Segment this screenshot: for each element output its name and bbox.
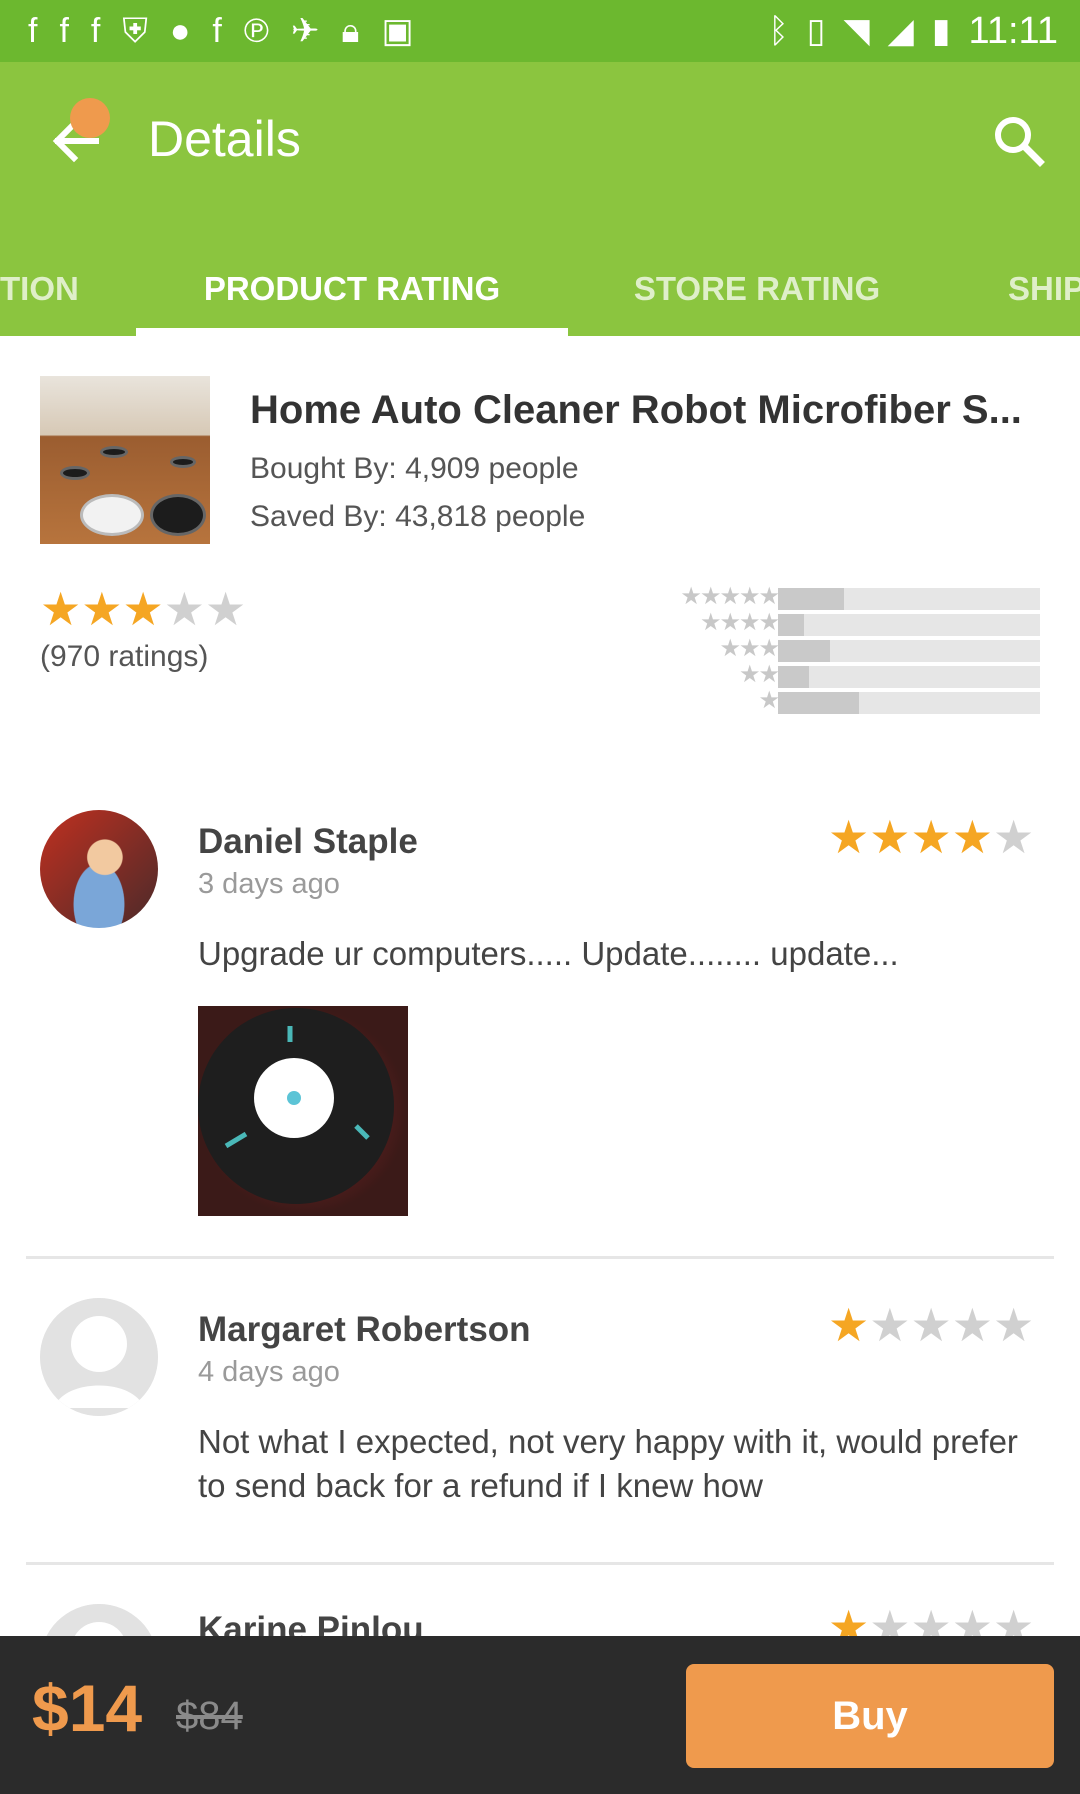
distribution-stars: ★★ — [738, 661, 780, 688]
product-rating-stars: ★ ★ ★ ★ ★ — [40, 586, 246, 632]
ratings-count: (970 ratings) — [40, 640, 209, 673]
distribution-stars: ★ — [758, 687, 779, 714]
satellite-icon: ✈ — [290, 12, 320, 50]
review-stars: ★ ★ ★ ★ ★ — [828, 1302, 1034, 1348]
star-icon: ★ — [951, 1299, 993, 1351]
pinterest-icon: ℗ — [243, 12, 269, 50]
signal-icon: ◢ — [887, 12, 914, 50]
avatar[interactable] — [40, 1298, 158, 1416]
distribution-stars: ★★★★★ — [680, 583, 780, 610]
product-image-robot — [100, 446, 128, 458]
review-stars: ★ ★ ★ ★ ★ — [828, 814, 1034, 860]
tab-product-rating[interactable]: PRODUCT RATING — [136, 242, 568, 336]
product-image[interactable] — [40, 376, 210, 544]
distribution-fill — [778, 666, 810, 688]
distribution-row: ★★★★ — [640, 610, 1040, 636]
distribution-bar — [778, 614, 1040, 636]
distribution-stars: ★★★ — [719, 635, 780, 662]
bottom-bar: $14 $84 Buy — [0, 1636, 1080, 1794]
tab-shipping[interactable]: SHIP — [1008, 242, 1080, 336]
tab-indicator — [136, 328, 568, 336]
distribution-row: ★ — [640, 688, 1040, 714]
app-bar: Details TION PRODUCT RATING STORE RATING… — [0, 62, 1080, 336]
reviewer-name[interactable]: Margaret Robertson — [198, 1310, 531, 1350]
old-price: $84 — [176, 1694, 243, 1738]
tab-description[interactable]: TION — [0, 242, 79, 336]
distribution-bar — [778, 588, 1040, 610]
divider — [26, 1256, 1054, 1259]
distribution-row: ★★ — [640, 662, 1040, 688]
tab-store-rating[interactable]: STORE RATING — [568, 242, 946, 336]
star-icon: ★ — [122, 583, 164, 635]
product-name: Home Auto Cleaner Robot Microfiber S... — [250, 388, 1022, 432]
product-image-robot — [60, 466, 90, 480]
user-placeholder-icon — [40, 1298, 158, 1416]
status-bar: f f f ⛨ ● f ℗ ✈ 🔒︎ ▣ ᛒ ▯ ◥ ◢ ▮ 11:11 — [0, 0, 1080, 62]
facebook-icon: f — [59, 12, 69, 50]
page-title: Details — [148, 111, 301, 167]
divider — [26, 1562, 1054, 1565]
star-icon: ★ — [163, 583, 205, 635]
review-text: Upgrade ur computers..... Update........… — [198, 935, 899, 972]
circle-icon: ● — [169, 12, 191, 50]
star-icon: ★ — [993, 1299, 1035, 1351]
buy-button[interactable]: Buy — [686, 1664, 1054, 1768]
star-icon: ★ — [828, 811, 870, 863]
bought-by: Bought By: 4,909 people — [250, 452, 579, 485]
reviewer-name[interactable]: Daniel Staple — [198, 822, 418, 862]
distribution-row: ★★★★★ — [640, 584, 1040, 610]
android-icon: ▣ — [381, 12, 414, 50]
avatar[interactable] — [40, 810, 158, 928]
bluetooth-icon: ᛒ — [768, 12, 789, 50]
review-text: Not what I expected, not very happy with… — [198, 1423, 1018, 1504]
price: $14 — [32, 1671, 143, 1745]
star-icon: ★ — [205, 583, 247, 635]
distribution-bar — [778, 666, 1040, 688]
tab-bar: TION PRODUCT RATING STORE RATING SHIP — [0, 242, 1080, 336]
review-date: 3 days ago — [198, 868, 340, 900]
wifi-icon: ◥ — [843, 12, 870, 50]
facebook-icon: f — [90, 12, 101, 50]
product-image-robot — [80, 494, 144, 536]
star-icon: ★ — [869, 1299, 911, 1351]
distribution-fill — [778, 692, 860, 714]
distribution-bar — [778, 692, 1040, 714]
status-icons-right: ᛒ ▯ ◥ ◢ ▮ 11:11 — [768, 10, 1058, 52]
robot-photo-graphic — [198, 1008, 394, 1204]
star-icon: ★ — [993, 811, 1035, 863]
review-photo[interactable] — [198, 1006, 408, 1216]
star-icon: ★ — [869, 811, 911, 863]
distribution-row: ★★★ — [640, 636, 1040, 662]
star-icon: ★ — [910, 811, 952, 863]
saved-by: Saved By: 43,818 people — [250, 500, 586, 533]
notification-dot — [70, 98, 110, 138]
search-icon[interactable] — [988, 110, 1050, 172]
product-image-robot — [150, 494, 206, 536]
lock-icon: 🔒︎ — [341, 12, 360, 50]
star-icon: ★ — [828, 1299, 870, 1351]
star-icon: ★ — [40, 583, 82, 635]
distribution-stars: ★★★★ — [699, 609, 780, 636]
star-icon: ★ — [951, 811, 993, 863]
facebook-icon: f — [28, 12, 38, 50]
distribution-fill — [778, 614, 805, 636]
review-date: 4 days ago — [198, 1356, 340, 1388]
star-icon: ★ — [910, 1299, 952, 1351]
distribution-fill — [778, 588, 844, 610]
facebook-icon: f — [212, 12, 222, 50]
status-time: 11:11 — [968, 10, 1058, 52]
shield-icon: ⛨ — [122, 12, 148, 50]
battery-icon: ▮ — [931, 12, 951, 50]
vibrate-icon: ▯ — [806, 12, 826, 50]
product-image-robot — [170, 456, 196, 468]
status-icons-left: f f f ⛨ ● f ℗ ✈ 🔒︎ ▣ — [28, 10, 414, 52]
star-icon: ★ — [81, 583, 123, 635]
distribution-fill — [778, 640, 831, 662]
distribution-bar — [778, 640, 1040, 662]
